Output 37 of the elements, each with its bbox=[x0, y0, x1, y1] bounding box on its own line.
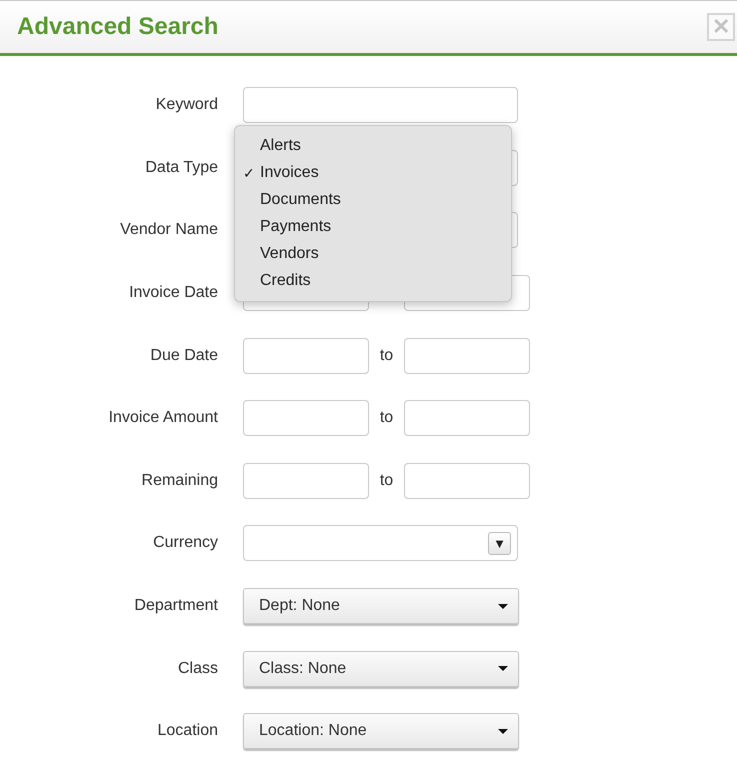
field-label: Currency bbox=[152, 534, 218, 552]
dropdown-button[interactable]: Class: None bbox=[243, 650, 519, 687]
menu-item[interactable]: Alerts bbox=[235, 132, 511, 159]
caret-icon bbox=[498, 604, 508, 609]
range-separator: to bbox=[378, 346, 394, 365]
field-label: Keyword bbox=[154, 96, 218, 114]
field-label: Invoice Date bbox=[128, 284, 218, 302]
range-separator: to bbox=[378, 409, 394, 428]
menu-item[interactable]: Payments bbox=[235, 213, 511, 240]
caret-icon bbox=[498, 728, 508, 734]
input-field[interactable] bbox=[243, 87, 518, 124]
checkmark: ✓ bbox=[243, 164, 255, 180]
input-field[interactable] bbox=[243, 462, 369, 499]
input-field[interactable] bbox=[243, 338, 369, 374]
field-label: Location bbox=[156, 722, 218, 740]
input-field[interactable] bbox=[404, 338, 530, 374]
field-label: Data Type bbox=[144, 158, 218, 177]
field-label: Due Date bbox=[149, 346, 218, 365]
input-field[interactable] bbox=[404, 400, 530, 436]
dropdown-button[interactable]: Dept: None bbox=[243, 588, 519, 624]
range-separator: to bbox=[378, 472, 394, 490]
menu-item[interactable]: Vendors bbox=[235, 240, 511, 267]
menu-item[interactable]: ✓ Invoices bbox=[235, 159, 511, 186]
menu-item[interactable]: Documents bbox=[235, 186, 511, 213]
dropdown-toggle[interactable]: ▼ bbox=[488, 532, 511, 555]
dropdown-button[interactable]: Location: None bbox=[243, 713, 519, 750]
field-label: Remaining bbox=[140, 472, 218, 490]
dialog-title: Advanced Search bbox=[17, 13, 218, 41]
input-field[interactable] bbox=[243, 400, 369, 436]
field-label: Vendor Name bbox=[119, 221, 218, 240]
menu-item[interactable]: Credits bbox=[235, 267, 511, 294]
field-label: Invoice Amount bbox=[108, 409, 218, 428]
combo-field[interactable]: ▼ bbox=[243, 525, 518, 562]
field-label: Department bbox=[133, 597, 218, 616]
input-field[interactable] bbox=[404, 462, 530, 499]
field-label: Class bbox=[176, 660, 218, 678]
caret-icon bbox=[498, 666, 508, 672]
